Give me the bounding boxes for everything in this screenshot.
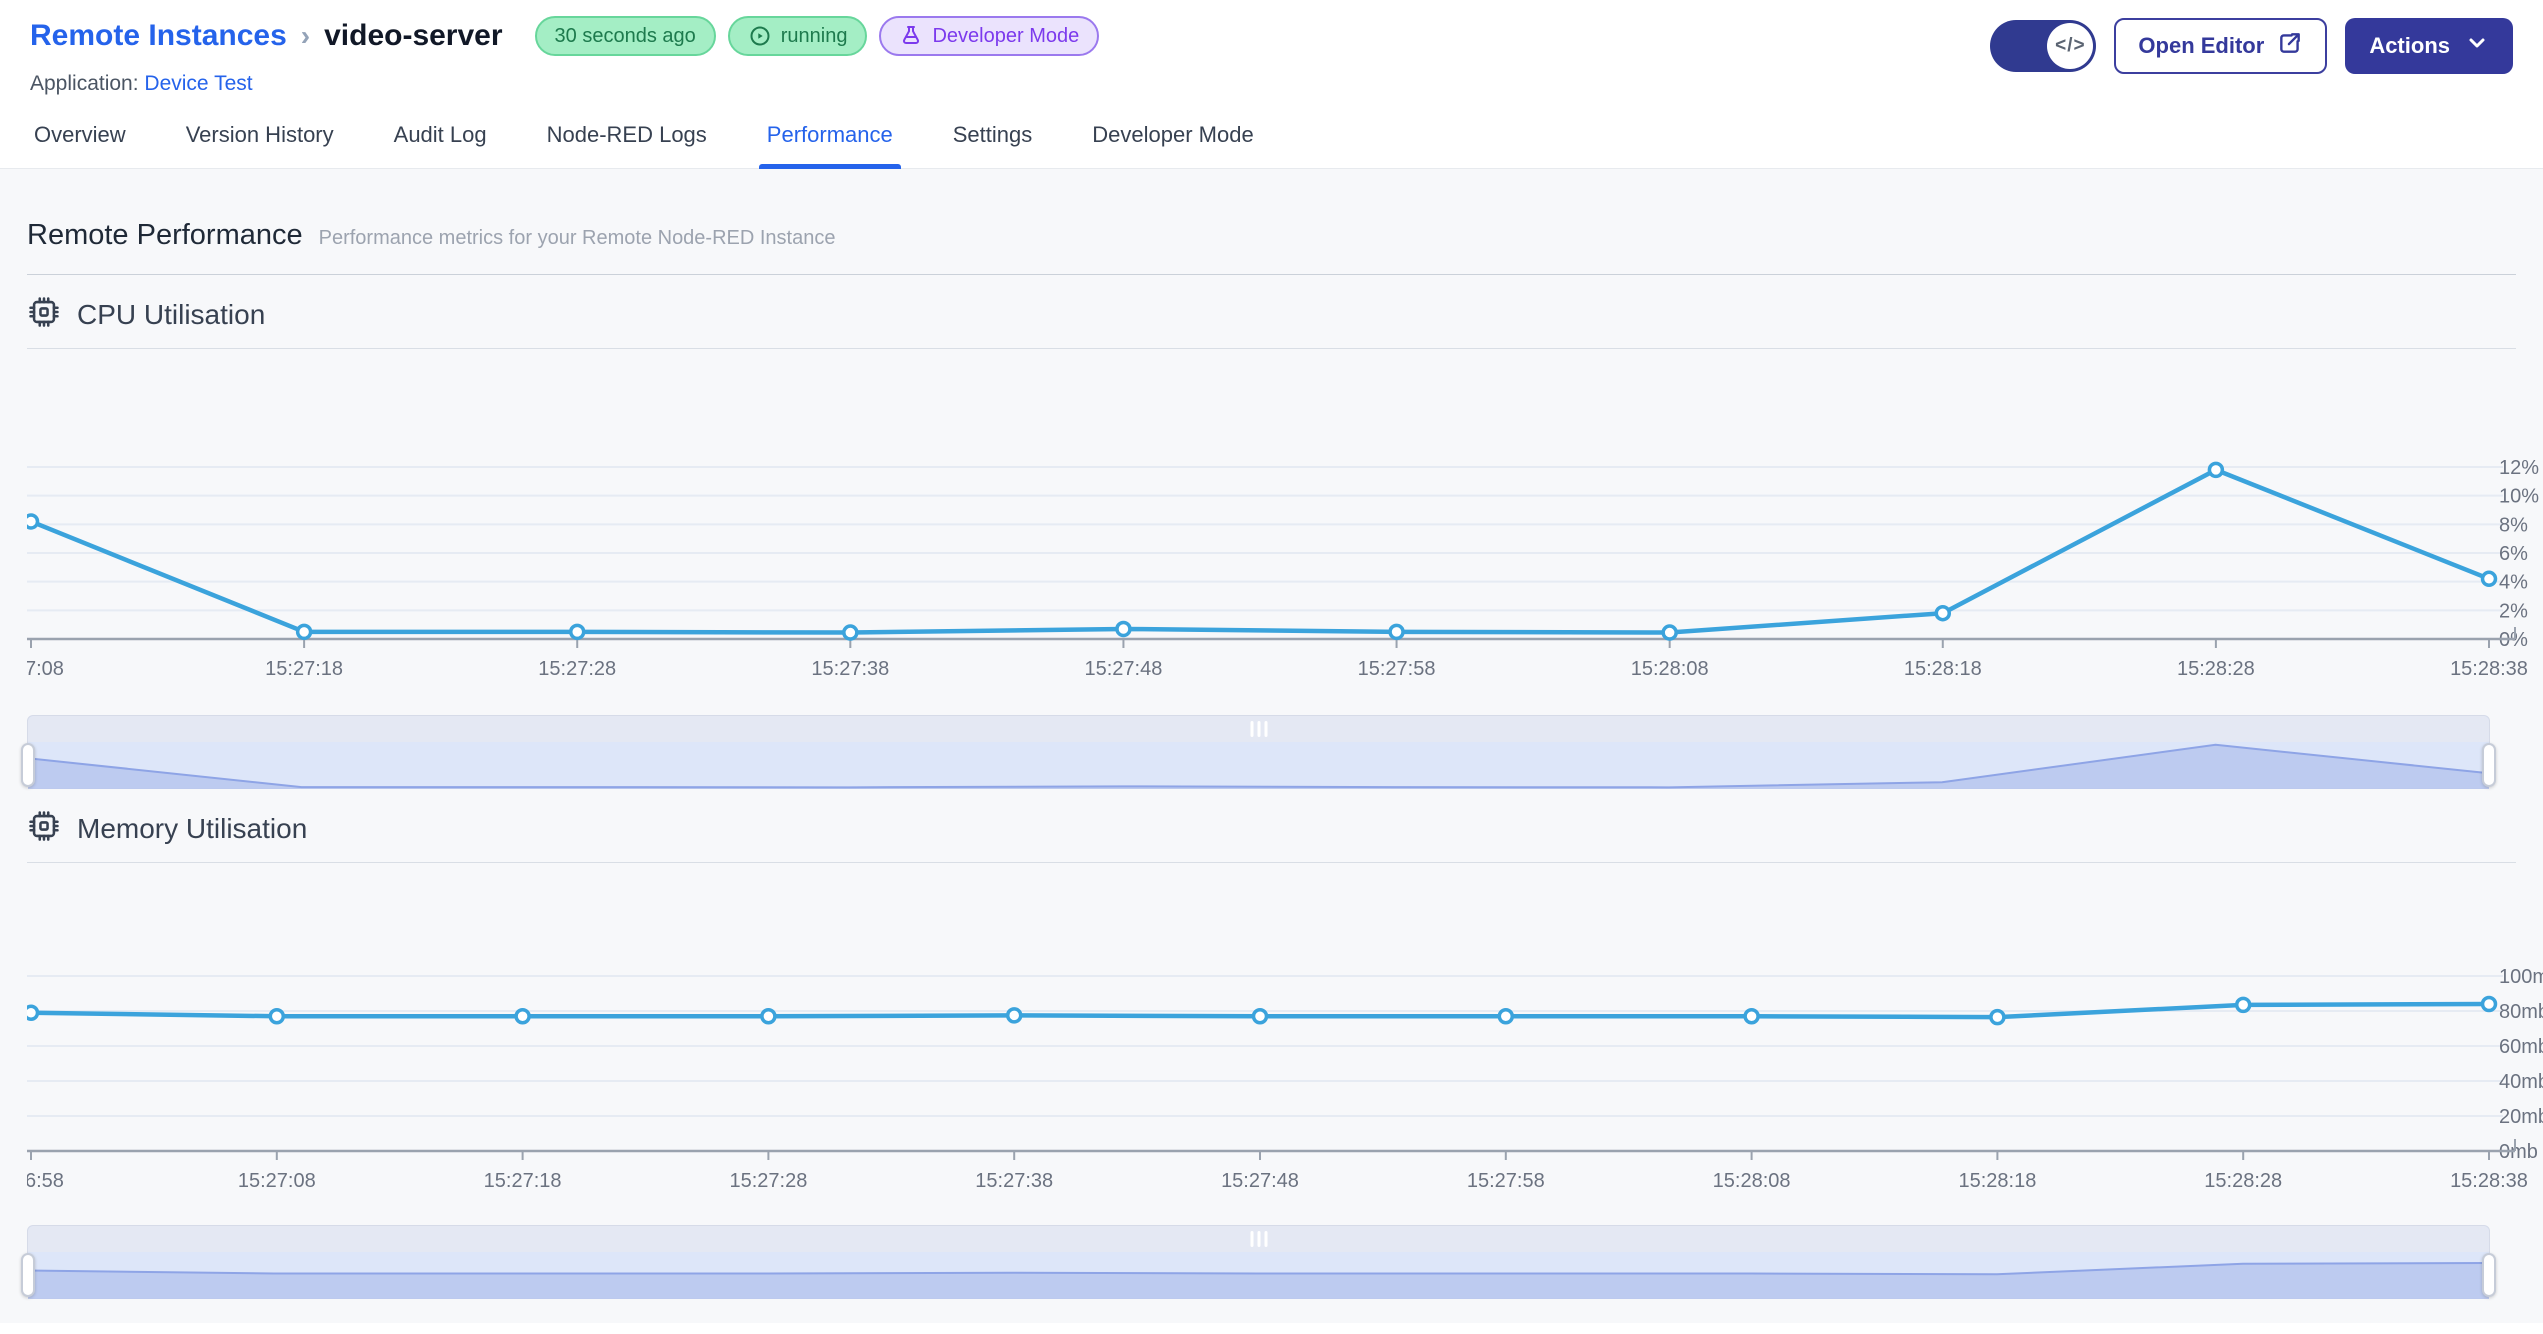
svg-text:15:28:18: 15:28:18 [1904,658,1982,680]
chevron-down-icon [2465,31,2489,61]
memory-section-header: Memory Utilisation [27,809,2516,863]
svg-text:20mb: 20mb [2499,1106,2543,1128]
page-title: Remote Performance [27,219,303,251]
svg-text:15:28:08: 15:28:08 [1713,1170,1791,1192]
open-editor-label: Open Editor [2138,33,2265,58]
application-line: Application: Device Test [30,72,1099,96]
memory-brush-right-handle[interactable] [2482,1253,2496,1297]
svg-text:15:27:28: 15:27:28 [538,658,616,680]
svg-text:12%: 12% [2499,457,2539,479]
application-link[interactable]: Device Test [144,72,252,95]
cpu-chart-zoom-brush[interactable] [21,715,2496,789]
performance-panel: Remote Performance Performance metrics f… [0,169,2543,1323]
svg-text:15:27:08: 15:27:08 [238,1170,316,1192]
svg-text:4%: 4% [2499,572,2528,594]
svg-text:15:28:08: 15:28:08 [1631,658,1709,680]
drag-grip-icon [1250,1231,1267,1247]
svg-text:6%: 6% [2499,543,2528,565]
svg-text:60mb: 60mb [2499,1036,2543,1058]
developer-mode-badge: Developer Mode [879,16,1100,56]
svg-text:2%: 2% [2499,600,2528,622]
tab-version-history[interactable]: Version History [182,122,338,168]
cpu-brush-bar[interactable] [28,716,2489,742]
breadcrumb-separator: › [300,20,311,51]
flask-icon [899,24,923,48]
page-title-row: Remote Performance Performance metrics f… [27,169,2516,275]
instance-name: video-server [324,19,503,52]
svg-text:15:28:38: 15:28:38 [2450,658,2528,680]
svg-text:15:27:58: 15:27:58 [1467,1170,1545,1192]
drag-grip-icon [1250,721,1267,737]
breadcrumb-parent-link[interactable]: Remote Instances [30,19,287,53]
svg-text:15:27:48: 15:27:48 [1085,658,1163,680]
developer-mode-label: Developer Mode [932,24,1080,47]
memory-utilisation-section: Memory Utilisation 0mb20mb40mb60mb80mb10… [21,809,2543,1299]
tab-overview[interactable]: Overview [30,122,130,168]
cpu-section-header: CPU Utilisation [27,295,2516,349]
svg-text:40mb: 40mb [2499,1071,2543,1093]
running-status-badge: running [727,16,868,56]
svg-text:15:28:18: 15:28:18 [1958,1170,2036,1192]
svg-text:6:58: 6:58 [27,1170,64,1192]
page-subtitle: Performance metrics for your Remote Node… [318,227,836,249]
header-left: Remote Instances › video-server 30 secon… [30,16,1100,96]
memory-chart-zoom-brush[interactable] [21,1225,2496,1299]
memory-section-title: Memory Utilisation [77,812,308,844]
application-label: Application: [30,72,139,95]
memory-brush-bar[interactable] [28,1226,2489,1252]
tab-performance[interactable]: Performance [758,122,901,169]
svg-text:8%: 8% [2499,514,2528,536]
external-link-icon [2277,30,2303,62]
open-editor-button[interactable]: Open Editor [2114,18,2328,74]
svg-text:15:28:28: 15:28:28 [2177,658,2255,680]
tab-audit-log[interactable]: Audit Log [390,122,491,168]
running-status-label: running [780,24,848,47]
svg-text:15:27:48: 15:27:48 [1221,1170,1299,1192]
instance-tabs: Overview Version History Audit Log Node-… [0,96,2543,169]
cpu-brush-minimap [28,743,2489,789]
header-actions: </> Open Editor Actions [1990,16,2513,74]
developer-mode-toggle[interactable]: </> [1990,20,2097,72]
cpu-line-chart: 0%2%4%6%8%10%12%7:08 15:27:18 15:27:28 15:2… [27,457,2539,680]
svg-text:15:27:18: 15:27:18 [265,658,343,680]
svg-text:100mb: 100mb [2499,966,2543,988]
svg-text:80mb: 80mb [2499,1001,2543,1023]
last-seen-badge: 30 seconds ago [534,16,716,56]
memory-brush-minimap [28,1262,2489,1299]
cpu-section-title: CPU Utilisation [77,298,266,330]
tab-developer-mode[interactable]: Developer Mode [1088,122,1257,168]
svg-text:15:27:38: 15:27:38 [975,1170,1053,1192]
svg-text:15:27:18: 15:27:18 [484,1170,562,1192]
actions-button[interactable]: Actions [2345,18,2513,74]
status-badges: 30 seconds ago running Developer Mode [534,16,1100,56]
memory-brush-left-handle[interactable] [21,1253,35,1297]
svg-text:15:27:58: 15:27:58 [1358,658,1436,680]
svg-text:15:27:38: 15:27:38 [811,658,889,680]
cpu-brush-left-handle[interactable] [21,743,35,787]
tab-node-red-logs[interactable]: Node-RED Logs [543,122,711,168]
svg-text:7:08: 7:08 [27,658,64,680]
memory-chip-icon [27,809,61,848]
page-header: Remote Instances › video-server 30 secon… [0,0,2543,96]
cpu-brush-right-handle[interactable] [2482,743,2496,787]
cpu-utilisation-section: CPU Utilisation 0% 2% 4% 6% 8% 10% 12% 7:08 15:2… [21,295,2539,789]
code-icon: </> [2047,23,2094,69]
cpu-chip-icon [27,295,61,334]
memory-line-chart: 0mb20mb40mb60mb80mb100mb6:5815:27:0815:2… [27,966,2543,1192]
svg-text:15:28:28: 15:28:28 [2204,1170,2282,1192]
svg-text:10%: 10% [2499,486,2539,508]
svg-text:15:28:38: 15:28:38 [2450,1170,2528,1192]
svg-text:15:27:28: 15:27:28 [729,1170,807,1192]
actions-label: Actions [2369,33,2450,58]
last-seen-label: 30 seconds ago [554,24,696,47]
play-circle-icon [748,24,772,48]
breadcrumb: Remote Instances › video-server 30 secon… [30,16,1100,56]
tab-settings[interactable]: Settings [949,122,1037,168]
